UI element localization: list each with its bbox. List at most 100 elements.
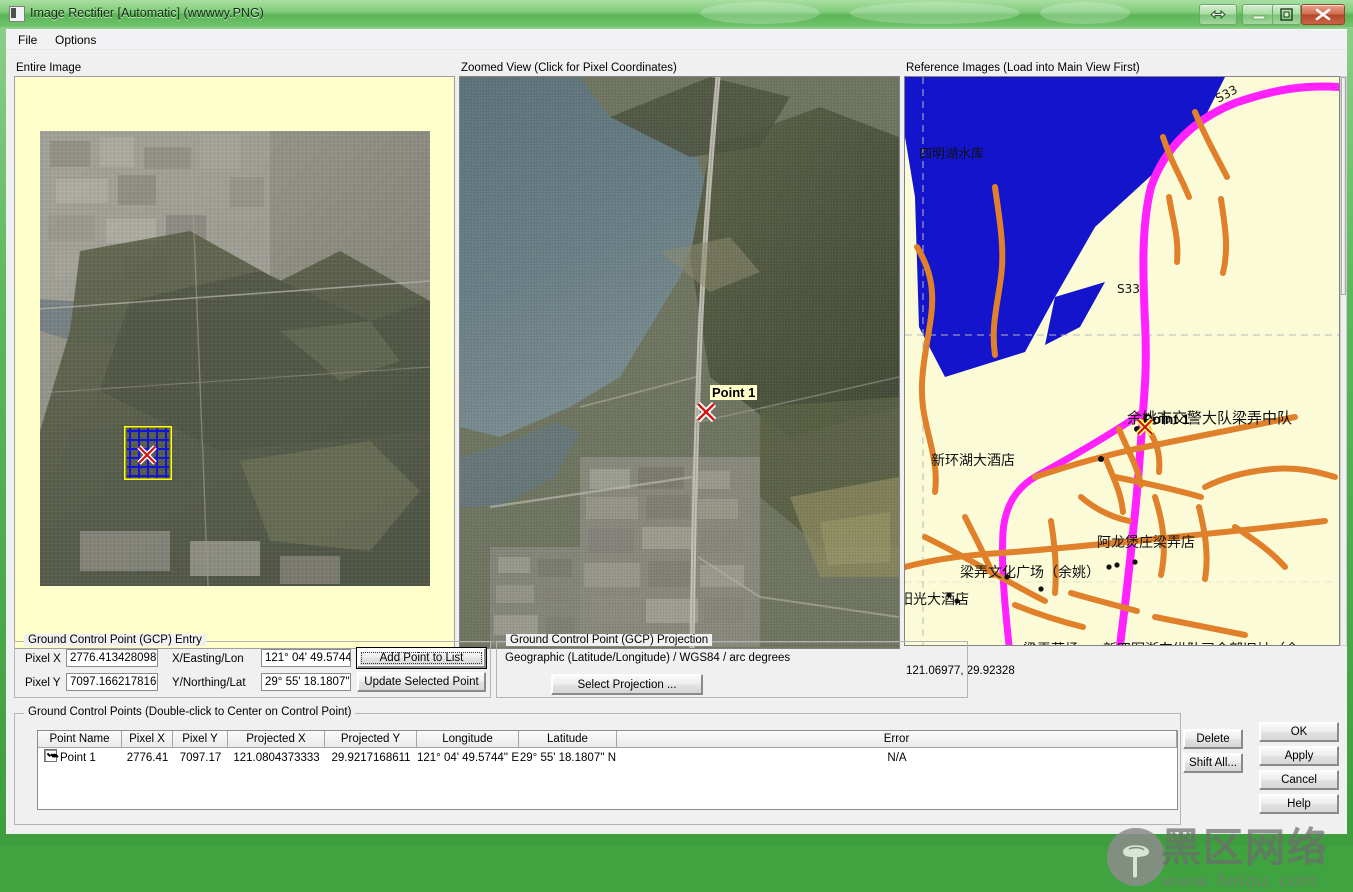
column-header-projected-y[interactable]: Projected Y bbox=[325, 731, 417, 748]
cell-point-name[interactable]: Point 1 bbox=[38, 749, 122, 767]
watermark-text: 黑区网络 bbox=[1161, 825, 1329, 871]
column-header-point-name[interactable]: Point Name bbox=[38, 731, 122, 748]
northing-label: Y/Northing/Lat bbox=[172, 677, 246, 689]
gcp-list-title: Ground Control Points (Double-click to C… bbox=[24, 706, 356, 718]
menu-file-label: File bbox=[18, 33, 38, 47]
cell-projected-x: 121.0804373333 bbox=[233, 752, 320, 764]
apply-button[interactable]: Apply bbox=[1259, 746, 1339, 766]
easting-label: X/Easting/Lon bbox=[172, 653, 244, 665]
cancel-button[interactable]: Cancel bbox=[1259, 770, 1339, 790]
entire-image-label: Entire Image bbox=[16, 62, 82, 74]
pixel-x-input[interactable]: 2776.4134280985 bbox=[66, 649, 158, 667]
application-window: Image Rectifier [Automatic] (wwwwy.PNG) bbox=[0, 0, 1353, 891]
close-window-button[interactable] bbox=[1301, 4, 1345, 25]
entire-image-view[interactable] bbox=[14, 76, 455, 649]
column-header-pixel-y[interactable]: Pixel Y bbox=[173, 731, 228, 748]
zoomed-point-label: Point 1 bbox=[710, 385, 758, 400]
watermark-logo-icon bbox=[1107, 828, 1165, 886]
shift-all-label: Shift All... bbox=[1189, 757, 1237, 769]
projection-description: Geographic (Latitude/Longitude) / WGS84 … bbox=[505, 652, 791, 664]
table-row[interactable]: Point 1 2776.41 7097.17 121.0804373333 2… bbox=[38, 749, 1177, 767]
gcp-projection-group: Ground Control Point (GCP) Projection Ge… bbox=[496, 634, 968, 698]
shift-all-button[interactable]: Shift All... bbox=[1183, 753, 1243, 773]
gcp-table-header-row: Point Name Pixel X Pixel Y Projected X P… bbox=[38, 731, 1177, 748]
northing-input[interactable]: 29° 55' 18.1807'' bbox=[261, 673, 351, 691]
gcp-projection-title: Ground Control Point (GCP) Projection bbox=[506, 634, 713, 646]
map-label-sunshine-hotel: 阳光大酒店 bbox=[904, 592, 969, 608]
add-point-to-list-button[interactable]: Add Point to List bbox=[357, 648, 486, 668]
minimize-window-button[interactable] bbox=[1242, 4, 1276, 25]
map-label-road-s33-mid: S33 bbox=[1117, 282, 1140, 296]
site-watermark: 黑区网络 www. heiqu. com bbox=[1099, 822, 1349, 892]
reference-view-scrollbar[interactable] bbox=[1340, 76, 1347, 646]
zoomed-aerial-graphic bbox=[460, 77, 899, 648]
app-icon bbox=[9, 6, 25, 22]
cell-pixel-x: 2776.41 bbox=[126, 752, 169, 764]
menu-file[interactable]: File bbox=[11, 32, 44, 48]
title-gloss bbox=[1040, 2, 1130, 24]
menu-options[interactable]: Options bbox=[48, 32, 103, 48]
aerial-thumbnail-graphic bbox=[40, 131, 430, 586]
map-label-reservoir: 四明湖水库 bbox=[919, 147, 985, 162]
gcp-entry-group: Ground Control Point (GCP) Entry Pixel X… bbox=[14, 634, 491, 698]
maximize-window-button[interactable] bbox=[1272, 4, 1301, 25]
select-projection-button[interactable]: Select Projection ... bbox=[551, 674, 703, 695]
reference-map-view[interactable]: 四明湖水库 S33 S33 余姚市交警大队梁弄中队 新环湖大酒店 阿龙煲庄梁弄店… bbox=[904, 76, 1340, 646]
pixel-x-label: Pixel X bbox=[25, 653, 61, 665]
ok-button[interactable]: OK bbox=[1259, 722, 1339, 742]
menu-options-label: Options bbox=[55, 33, 97, 47]
update-selected-point-button[interactable]: Update Selected Point bbox=[357, 672, 486, 692]
help-button[interactable]: Help bbox=[1259, 794, 1339, 814]
ok-label: OK bbox=[1290, 726, 1308, 738]
column-header-pixel-x[interactable]: Pixel X bbox=[122, 731, 173, 748]
delete-point-button[interactable]: Delete bbox=[1183, 729, 1243, 749]
maximize-icon bbox=[1280, 8, 1293, 21]
cell-error: N/A bbox=[887, 752, 907, 764]
help-label: Help bbox=[1287, 798, 1311, 810]
cancel-label: Cancel bbox=[1281, 774, 1317, 786]
delete-point-label: Delete bbox=[1196, 733, 1230, 745]
easting-input[interactable]: 121° 04' 49.5744' bbox=[261, 649, 351, 667]
map-label-culture-square: 梁弄文化广场（余姚） bbox=[960, 565, 1100, 581]
zoomed-control-point-marker-icon bbox=[695, 401, 717, 423]
cell-pixel-y: 7097.17 bbox=[179, 752, 222, 764]
pixel-y-label: Pixel Y bbox=[25, 677, 61, 689]
reference-scrollbar-thumb[interactable] bbox=[1341, 77, 1346, 295]
update-selected-point-label: Update Selected Point bbox=[364, 676, 479, 688]
title-gloss bbox=[700, 2, 820, 24]
gcp-entry-title: Ground Control Point (GCP) Entry bbox=[24, 634, 206, 646]
select-projection-label: Select Projection ... bbox=[577, 678, 677, 691]
column-header-error[interactable]: Error bbox=[617, 731, 1177, 748]
control-point-marker-icon bbox=[136, 444, 158, 466]
row-enabled-checkbox[interactable] bbox=[44, 749, 57, 762]
window-title: Image Rectifier [Automatic] (wwwwy.PNG) bbox=[30, 6, 264, 20]
gcp-table[interactable]: Point Name Pixel X Pixel Y Projected X P… bbox=[37, 730, 1178, 810]
column-header-latitude[interactable]: Latitude bbox=[519, 731, 617, 748]
cell-projected-y: 29.9217168611 bbox=[331, 752, 411, 764]
resize-arrows-icon bbox=[1210, 9, 1226, 20]
column-header-longitude[interactable]: Longitude bbox=[417, 731, 519, 748]
watermark-url: www. heiqu. com bbox=[1161, 870, 1318, 891]
column-header-projected-x[interactable]: Projected X bbox=[228, 731, 325, 748]
menu-bar: File Options bbox=[6, 29, 1347, 50]
gcp-list-group: Ground Control Points (Double-click to C… bbox=[14, 706, 1243, 825]
map-label-new-fourth-army: 新四军浙东纵队司令部旧址（余 bbox=[1103, 639, 1299, 645]
cell-point-name-label: Point 1 bbox=[60, 752, 96, 764]
client-area: Entire Image Zoomed View (Click for Pixe… bbox=[6, 49, 1347, 891]
map-label-xinhuanhu-hotel: 新环湖大酒店 bbox=[931, 453, 1015, 469]
map-label-vegetable-market: 梁弄菜场 bbox=[1023, 639, 1079, 645]
title-bar: Image Rectifier [Automatic] (wwwwy.PNG) bbox=[0, 0, 1353, 27]
apply-label: Apply bbox=[1284, 750, 1314, 762]
title-gloss bbox=[850, 2, 1020, 24]
entire-image-thumbnail bbox=[40, 131, 430, 586]
close-icon bbox=[1315, 8, 1331, 21]
minimize-icon bbox=[1252, 15, 1266, 20]
zoomed-view[interactable]: Point 1 bbox=[459, 76, 900, 649]
map-label-along-restaurant: 阿龙煲庄梁弄店 bbox=[1097, 535, 1195, 551]
reference-control-point-marker-icon bbox=[1135, 417, 1155, 437]
pixel-y-input[interactable]: 7097.1662178160 bbox=[66, 673, 158, 691]
resize-window-button[interactable] bbox=[1199, 4, 1237, 25]
view-extent-selection-box[interactable] bbox=[123, 425, 173, 481]
reference-images-label: Reference Images (Load into Main View Fi… bbox=[906, 62, 1140, 74]
cell-latitude: 29° 55' 18.1807'' N bbox=[519, 752, 617, 764]
